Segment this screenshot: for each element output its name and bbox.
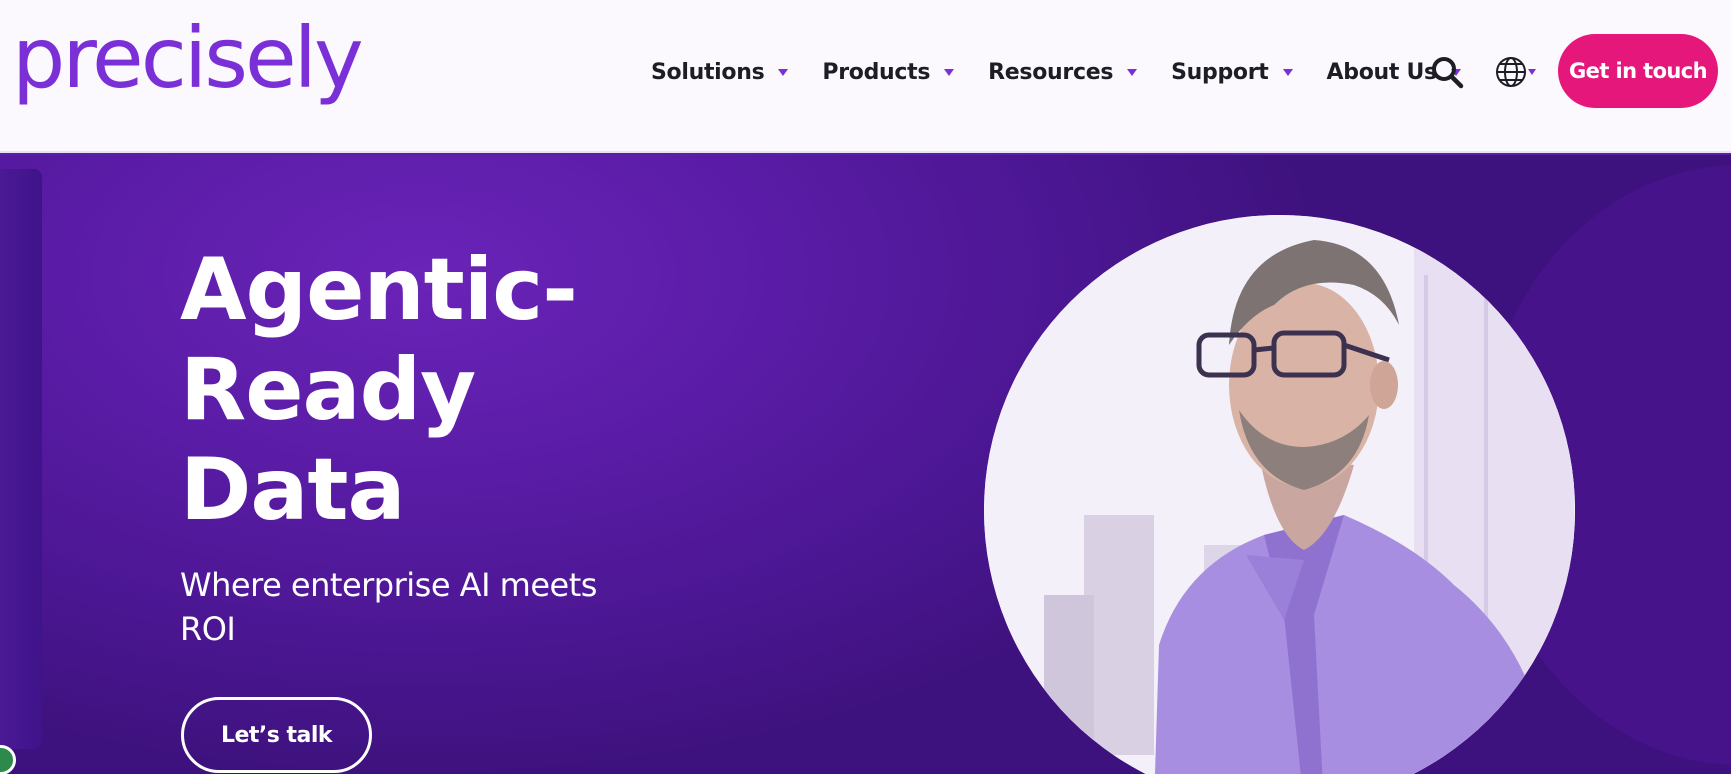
globe-icon[interactable] bbox=[1495, 55, 1537, 89]
caret-down-icon bbox=[778, 68, 789, 76]
nav-item-label: Resources bbox=[988, 59, 1114, 85]
nav-item-label: Support bbox=[1171, 59, 1269, 85]
get-in-touch-button[interactable]: Get in touch bbox=[1558, 34, 1718, 108]
nav-item-label: About Us bbox=[1326, 59, 1438, 85]
hero-section: Agentic- Ready Data Where enterprise AI … bbox=[0, 155, 1731, 774]
main-nav: Solutions Products Resources Support Abo… bbox=[651, 52, 1495, 92]
nav-item-solutions[interactable]: Solutions bbox=[651, 59, 789, 85]
lets-talk-button[interactable]: Let’s talk bbox=[181, 697, 372, 773]
man-with-glasses-photo bbox=[984, 215, 1575, 774]
search-icon[interactable] bbox=[1430, 55, 1464, 89]
hero-subheading: Where enterprise AI meets ROI bbox=[180, 566, 597, 648]
headline-line: Agentic- bbox=[180, 240, 578, 340]
caret-down-icon bbox=[1127, 68, 1138, 76]
caret-down-icon bbox=[1282, 68, 1293, 76]
nav-item-products[interactable]: Products bbox=[822, 59, 955, 85]
hero-headline: Agentic- Ready Data bbox=[180, 240, 578, 540]
nav-item-support[interactable]: Support bbox=[1171, 59, 1293, 85]
nav-item-label: Products bbox=[822, 59, 931, 85]
nav-item-resources[interactable]: Resources bbox=[988, 59, 1138, 85]
carousel-prev-panel[interactable] bbox=[0, 169, 42, 749]
headline-line: Data bbox=[180, 440, 406, 540]
headline-line: Ready bbox=[180, 340, 476, 440]
nav-item-label: Solutions bbox=[651, 59, 765, 85]
site-header: precisely Solutions Products Resources S… bbox=[0, 0, 1731, 153]
caret-down-icon bbox=[944, 68, 955, 76]
precisely-logo[interactable]: precisely bbox=[12, 16, 364, 100]
chat-widget-icon[interactable] bbox=[0, 745, 16, 774]
